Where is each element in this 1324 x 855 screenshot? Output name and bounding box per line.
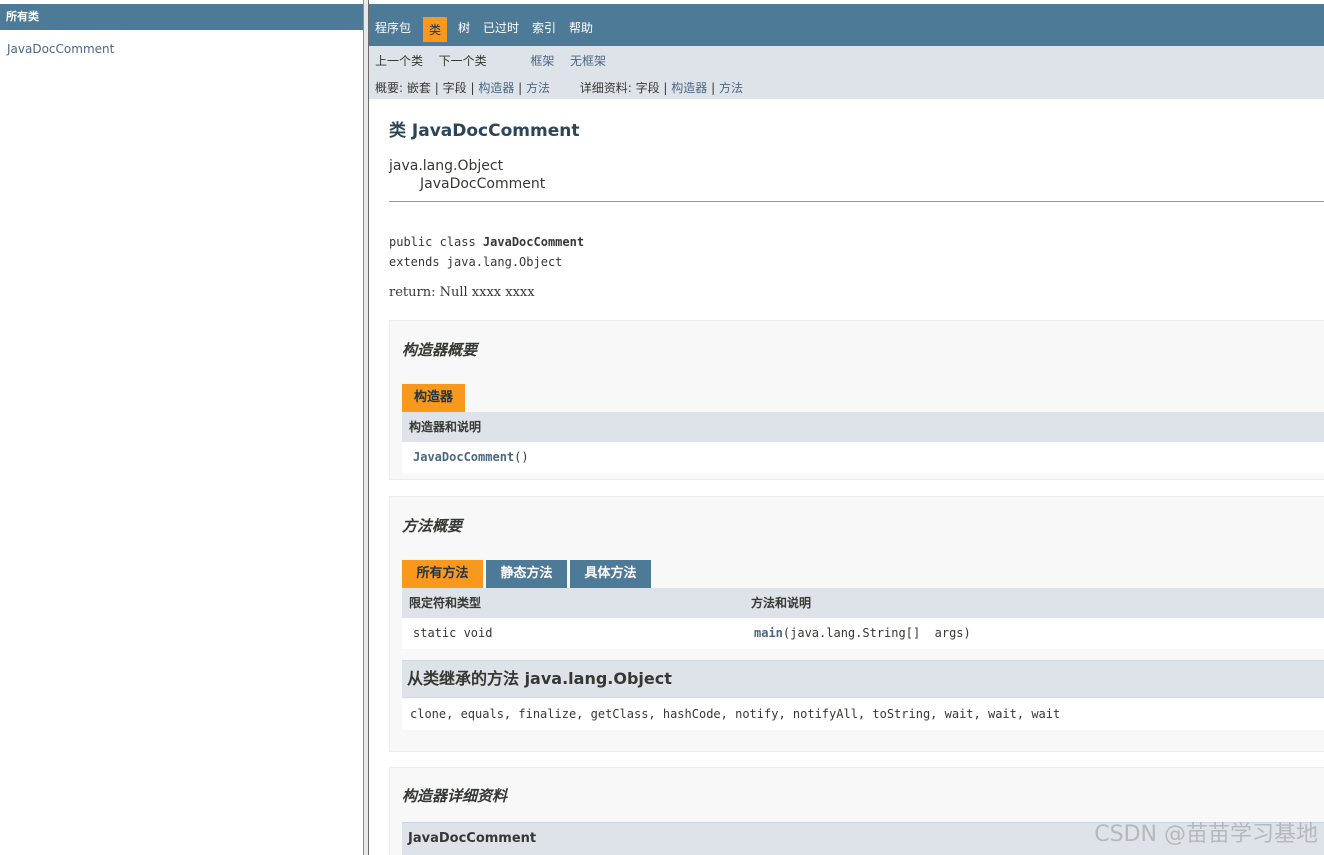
class-link-javadoccomment[interactable]: JavaDocComment — [7, 42, 114, 56]
inherited-methods-list: clone, equals, finalize, getClass, hashC… — [402, 699, 1324, 730]
detail-method-link[interactable]: 方法 — [719, 81, 743, 95]
tab-all-methods[interactable]: 所有方法 — [402, 560, 483, 588]
separator: | — [470, 81, 475, 95]
constructor-params: () — [514, 450, 529, 464]
page-title: 类 JavaDocComment — [389, 121, 580, 141]
summary-label: 概要: — [375, 81, 404, 95]
constructor-summary-block: 构造器概要 构造器 构造器和说明 JavaDocComment() — [389, 320, 1324, 480]
summary-nested: 嵌套 — [406, 81, 431, 95]
separator: | — [711, 81, 716, 95]
separator: | — [663, 81, 668, 95]
summary-field: 字段 — [442, 81, 467, 95]
frames-link[interactable]: 框架 — [530, 54, 554, 68]
signature-extends: extends java.lang.Object — [389, 255, 563, 269]
class-description: return: Null xxxx xxxx — [389, 285, 535, 300]
nav-class[interactable]: 类 — [423, 17, 447, 42]
method-cell: main(java.lang.String[] args) — [754, 618, 971, 649]
nav-deprecated[interactable]: 已过时 — [481, 15, 521, 41]
next-class-label: 下一个类 — [438, 54, 487, 68]
col-method-desc: 方法和说明 — [751, 596, 812, 610]
constructor-detail-title: 构造器详细资料 — [402, 787, 508, 805]
method-summary-block: 方法概要 所有方法 静态方法 具体方法 限定符和类型 方法和说明 static … — [389, 496, 1324, 752]
signature-class-name: JavaDocComment — [482, 235, 585, 249]
tab-constructors[interactable]: 构造器 — [402, 384, 466, 412]
method-params: (java.lang.String[] args) — [782, 626, 971, 640]
nav-index[interactable]: 索引 — [530, 15, 558, 41]
constructor-summary-title: 构造器概要 — [402, 341, 478, 359]
all-classes-header: 所有类 — [0, 4, 363, 30]
nav-package[interactable]: 程序包 — [373, 15, 413, 41]
divider-line — [389, 201, 1324, 202]
nav-help[interactable]: 帮助 — [567, 15, 595, 41]
signature-prefix: public class — [389, 235, 483, 249]
top-navbar: 程序包 类 树 已过时 索引 帮助 — [369, 4, 1324, 46]
method-link-main[interactable]: main — [754, 626, 783, 640]
tab-static-methods[interactable]: 静态方法 — [486, 560, 567, 588]
all-classes-frame: 所有类 JavaDocComment — [0, 0, 363, 855]
detail-field: 字段 — [635, 81, 660, 95]
inherited-methods-header: 从类继承的方法 java.lang.Object — [402, 660, 1324, 698]
tab-concrete-methods[interactable]: 具体方法 — [570, 560, 651, 588]
detail-label: 详细资料: — [579, 81, 632, 95]
table-row: static void main(java.lang.String[] args… — [402, 618, 1324, 649]
inheritance-parent: java.lang.Object — [389, 158, 504, 174]
separator: | — [434, 81, 439, 95]
constructor-table-header: 构造器和说明 — [402, 412, 1324, 442]
class-content-frame: 程序包 类 树 已过时 索引 帮助 上一个类 下一个类 框架 无框架 概要: 嵌… — [369, 0, 1324, 855]
detail-constructor-link[interactable]: 构造器 — [671, 81, 707, 95]
method-summary-title: 方法概要 — [402, 517, 463, 535]
nav-tree[interactable]: 树 — [456, 15, 472, 41]
class-signature: public class JavaDocComment extends java… — [389, 232, 584, 272]
separator: | — [518, 81, 523, 95]
prev-class-label: 上一个类 — [375, 54, 424, 68]
subnav-row-1: 上一个类 下一个类 框架 无框架 — [375, 52, 606, 69]
constructor-link[interactable]: JavaDocComment — [413, 450, 514, 464]
col-modifier-type: 限定符和类型 — [409, 596, 482, 610]
method-table-header: 限定符和类型 方法和说明 — [402, 588, 1324, 618]
summary-constructor-link[interactable]: 构造器 — [478, 81, 514, 95]
summary-method-link[interactable]: 方法 — [526, 81, 550, 95]
no-frames-link[interactable]: 无框架 — [570, 54, 606, 68]
subnav-row-2: 概要: 嵌套 | 字段 | 构造器 | 方法 详细资料: 字段 | 构造器 | … — [375, 79, 743, 96]
sub-navbar: 上一个类 下一个类 框架 无框架 概要: 嵌套 | 字段 | 构造器 | 方法 … — [369, 46, 1324, 99]
csdn-watermark: CSDN @苗苗学习基地 — [1094, 822, 1318, 847]
inheritance-child: JavaDocComment — [420, 176, 546, 192]
method-modifier: static void — [413, 626, 493, 640]
table-row: JavaDocComment() — [402, 442, 1324, 473]
